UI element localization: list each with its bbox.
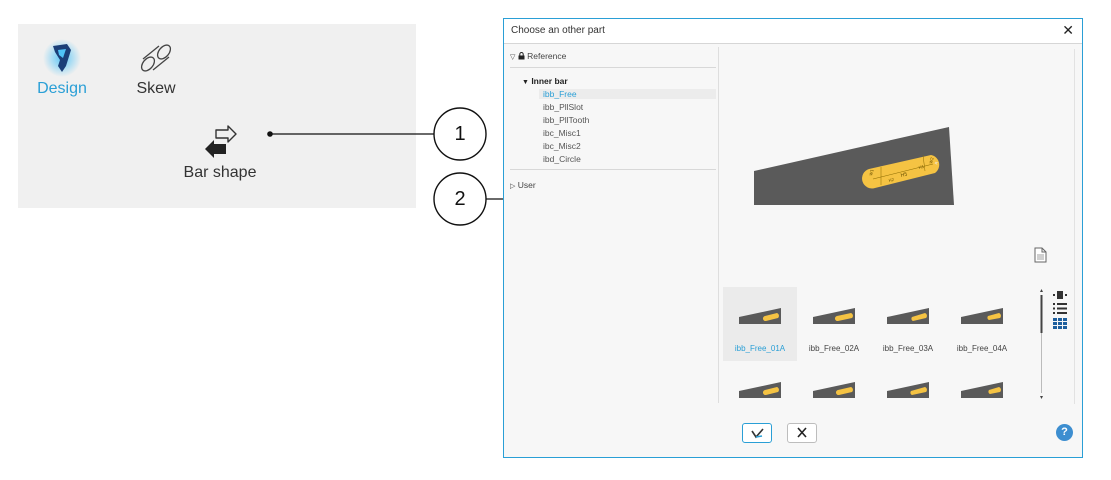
bar-thumbnail-image: [813, 382, 855, 398]
bar-thumbnail-image: [739, 308, 781, 324]
bar-thumbnail-image: [739, 382, 781, 398]
pane-divider: [718, 47, 719, 403]
thumbnail-scrollbar[interactable]: [1040, 289, 1043, 399]
view-list-icon[interactable]: [1053, 303, 1067, 314]
collapsed-triangle-icon: ▷: [510, 183, 516, 190]
part-preview-image: H5 H1 H2 W1 W2 R: [754, 127, 954, 205]
dialog-title-bar: Choose an other part ✕: [504, 19, 1082, 44]
tree-node-reference[interactable]: ▽ Reference: [510, 51, 566, 61]
bar-thumbnail-image: [813, 308, 855, 324]
thumbnail-caption: ibb_Free_03A: [882, 344, 934, 353]
view-grid-icon[interactable]: [1053, 318, 1067, 329]
tree-leaf-3[interactable]: ibc_Misc1: [543, 128, 581, 138]
thumbnail-caption: ibb_Free_02A: [808, 344, 860, 353]
thumbnail-caption: ibb_Free_01A: [734, 344, 786, 353]
thumbnail-item[interactable]: [723, 373, 797, 403]
document-icon[interactable]: [1034, 247, 1047, 263]
tree-group-label: Inner bar: [531, 76, 568, 86]
thumbnail-item[interactable]: [945, 373, 1019, 403]
lock-icon: [518, 52, 525, 60]
help-icon[interactable]: ?: [1056, 424, 1073, 441]
view-mode-switcher: [1053, 291, 1067, 333]
cancel-button[interactable]: [787, 423, 817, 443]
tree-separator: [510, 67, 716, 68]
pane-divider: [1074, 49, 1075, 404]
choose-part-dialog: Choose an other part ✕ ▽ Reference ▼ Inn…: [503, 18, 1083, 458]
bar-thumbnail-image: [961, 308, 1003, 324]
bar-thumbnail-image: [887, 308, 929, 324]
tree-node-user[interactable]: ▷ User: [510, 180, 536, 190]
tree-reference-label: Reference: [527, 51, 567, 61]
thumbnail-item[interactable]: [871, 373, 945, 403]
thumbnail-item[interactable]: ibb_Free_03A: [871, 287, 945, 361]
tree-node-inner-bar[interactable]: ▼ Inner bar: [522, 76, 568, 86]
tree-leaf-0[interactable]: ibb_Free: [539, 89, 716, 99]
expand-triangle-icon: ▼: [522, 79, 529, 86]
view-single-icon[interactable]: [1053, 291, 1067, 299]
callout-2: 2: [454, 188, 466, 210]
bar-thumbnail-image: [887, 382, 929, 398]
tree-separator: [510, 169, 716, 170]
callout-1: 1: [454, 123, 466, 145]
tree-leaf-5[interactable]: ibd_Circle: [543, 154, 581, 164]
close-icon[interactable]: ✕: [1062, 23, 1074, 37]
ok-button[interactable]: [742, 423, 772, 443]
collapse-triangle-icon: ▽: [510, 54, 516, 61]
tree-user-label: User: [517, 180, 536, 190]
dialog-title: Choose an other part: [511, 25, 605, 36]
thumbnail-grid: ibb_Free_01A ibb_Free_02A ibb_Free_03A i…: [723, 285, 1033, 403]
thumbnail-item[interactable]: ibb_Free_01A: [723, 287, 797, 361]
bar-thumbnail-image: [961, 382, 1003, 398]
thumbnail-caption: ibb_Free_04A: [956, 344, 1008, 353]
thumbnail-item[interactable]: ibb_Free_04A: [945, 287, 1019, 361]
cross-icon: [797, 427, 807, 438]
thumbnail-item[interactable]: [797, 373, 871, 403]
thumbnail-item[interactable]: ibb_Free_02A: [797, 287, 871, 361]
tree-leaf-4[interactable]: ibc_Misc2: [543, 141, 581, 151]
checkmark-icon: [751, 428, 764, 439]
part-tree: ▽ Reference ▼ Inner bar ibb_Free ibb_Pll…: [504, 44, 718, 404]
tree-leaf-2[interactable]: ibb_PllTooth: [543, 115, 589, 125]
tree-leaf-1[interactable]: ibb_PllSlot: [543, 102, 583, 112]
